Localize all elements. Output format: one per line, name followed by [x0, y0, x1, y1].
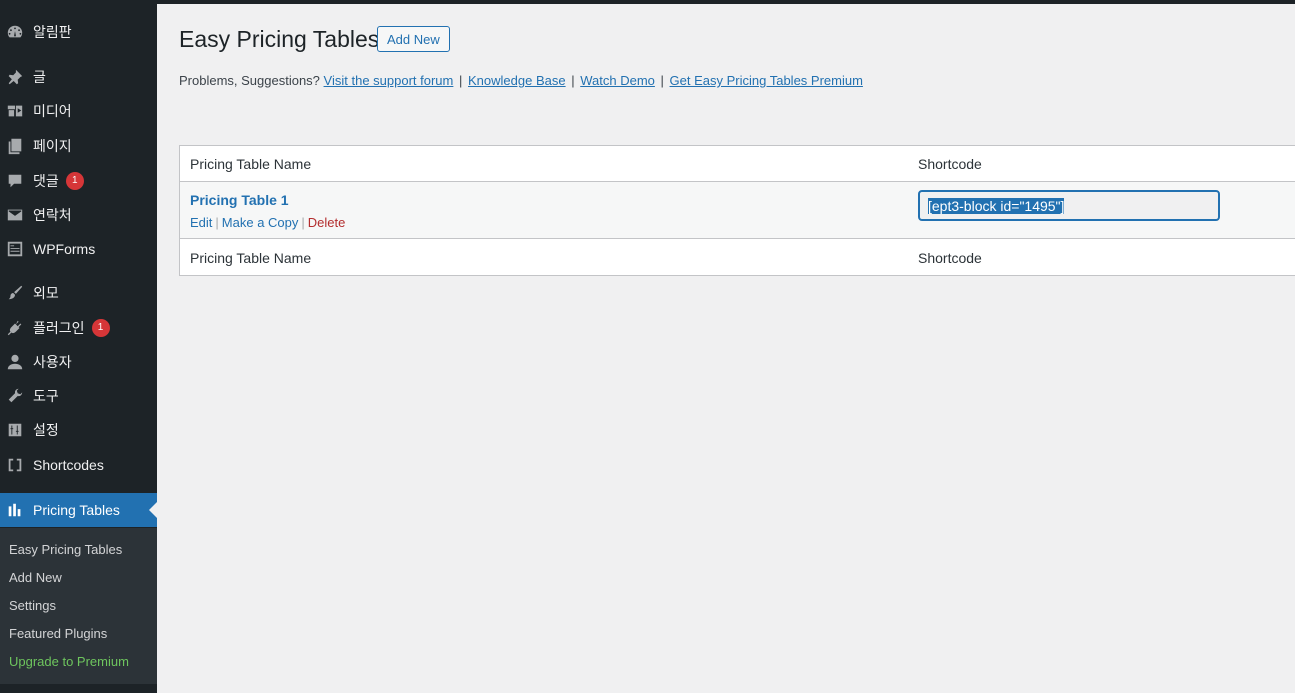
plugins-count-badge: 1 [91, 319, 110, 337]
paintbrush-icon [5, 283, 25, 303]
dashboard-icon [5, 22, 25, 42]
make-a-copy-link[interactable]: Make a Copy [222, 215, 299, 230]
delete-link[interactable]: Delete [308, 215, 346, 230]
menu-label: 댓글 [33, 173, 59, 189]
header-shortcode: Shortcode [918, 156, 982, 172]
menu-item-appearance[interactable]: 외모 [0, 278, 157, 308]
support-forum-link[interactable]: Visit the support forum [324, 73, 454, 88]
menu-label: 글 [33, 69, 46, 85]
shortcode-input[interactable]: [ept3-block id="1495"] [918, 190, 1220, 221]
pricing-table-name-link[interactable]: Pricing Table 1 [190, 192, 289, 208]
bar-chart-icon [5, 500, 25, 520]
page-title: Easy Pricing Tables [179, 26, 380, 52]
media-icon [5, 101, 25, 121]
user-icon [5, 352, 25, 372]
menu-label: 페이지 [33, 138, 72, 154]
action-separator: | [301, 215, 305, 230]
menu-label: 연락처 [33, 207, 72, 223]
menu-item-pages[interactable]: 페이지 [0, 131, 157, 161]
wrench-icon [5, 386, 25, 406]
pricing-tables-list: Pricing Table Name Shortcode Pricing Tab… [179, 145, 1295, 276]
form-icon [5, 239, 25, 259]
menu-item-contacts[interactable]: 연락처 [0, 200, 157, 230]
menu-label: Pricing Tables [33, 502, 120, 518]
settings-icon [5, 420, 25, 440]
menu-label: 설정 [33, 422, 59, 438]
edit-link[interactable]: Edit [190, 215, 212, 230]
menu-label: WPForms [33, 241, 96, 257]
submenu-item-easy-pricing-tables[interactable]: Easy Pricing Tables [9, 542, 122, 557]
menu-item-plugins[interactable]: 플러그인 1 [0, 313, 157, 343]
brackets-icon [5, 455, 25, 475]
main-content: Easy Pricing Tables Add New Problems, Su… [157, 4, 1295, 693]
comment-icon [5, 171, 25, 191]
menu-item-settings[interactable]: 설정 [0, 415, 157, 445]
menu-item-dashboard[interactable]: 알림판 [0, 17, 157, 47]
page-icon [5, 136, 25, 156]
menu-item-tools[interactable]: 도구 [0, 381, 157, 411]
link-separator: | [459, 73, 463, 88]
submenu-item-settings[interactable]: Settings [9, 598, 56, 613]
help-links-bar: Problems, Suggestions? Visit the support… [179, 73, 863, 88]
row-actions: Edit | Make a Copy | Delete [190, 215, 345, 230]
menu-label: 미디어 [33, 103, 72, 119]
link-separator: | [571, 73, 575, 88]
submenu-item-upgrade-to-premium[interactable]: Upgrade to Premium [9, 654, 129, 669]
menu-label: 알림판 [33, 24, 72, 40]
footer-shortcode: Shortcode [918, 250, 982, 266]
menu-item-comments[interactable]: 댓글 1 [0, 166, 157, 196]
footer-pricing-table-name[interactable]: Pricing Table Name [190, 250, 311, 266]
pricing-tables-submenu: Easy Pricing Tables Add New Settings Fea… [0, 528, 157, 684]
menu-item-wpforms[interactable]: WPForms [0, 234, 157, 264]
get-premium-link[interactable]: Get Easy Pricing Tables Premium [670, 73, 863, 88]
action-separator: | [215, 215, 219, 230]
menu-label: Shortcodes [33, 457, 104, 473]
menu-label: 플러그인 [33, 320, 85, 336]
active-indicator [149, 502, 157, 518]
knowledge-base-link[interactable]: Knowledge Base [468, 73, 566, 88]
menu-item-shortcodes[interactable]: Shortcodes [0, 450, 157, 480]
menu-label: 외모 [33, 285, 59, 301]
menu-item-users[interactable]: 사용자 [0, 347, 157, 377]
add-new-button[interactable]: Add New [377, 26, 450, 52]
shortcode-value-selected: [ept3-block id="1495"] [928, 198, 1065, 214]
submenu-item-featured-plugins[interactable]: Featured Plugins [9, 626, 107, 641]
submenu-item-add-new[interactable]: Add New [9, 570, 62, 585]
admin-sidebar: 알림판 글 미디어 페이지 댓글 1 연락처 WPForms 외모 플러그인 1… [0, 0, 157, 693]
link-separator: | [660, 73, 664, 88]
menu-label: 도구 [33, 388, 59, 404]
menu-label: 사용자 [33, 354, 72, 370]
help-links-prefix: Problems, Suggestions? [179, 73, 320, 88]
header-pricing-table-name[interactable]: Pricing Table Name [190, 156, 311, 172]
menu-item-media[interactable]: 미디어 [0, 96, 157, 126]
comments-count-badge: 1 [65, 172, 84, 190]
pushpin-icon [5, 67, 25, 87]
watch-demo-link[interactable]: Watch Demo [580, 73, 655, 88]
menu-item-posts[interactable]: 글 [0, 62, 157, 92]
envelope-icon [5, 205, 25, 225]
plugin-icon [5, 318, 25, 338]
menu-item-pricing-tables[interactable]: Pricing Tables [0, 493, 157, 527]
